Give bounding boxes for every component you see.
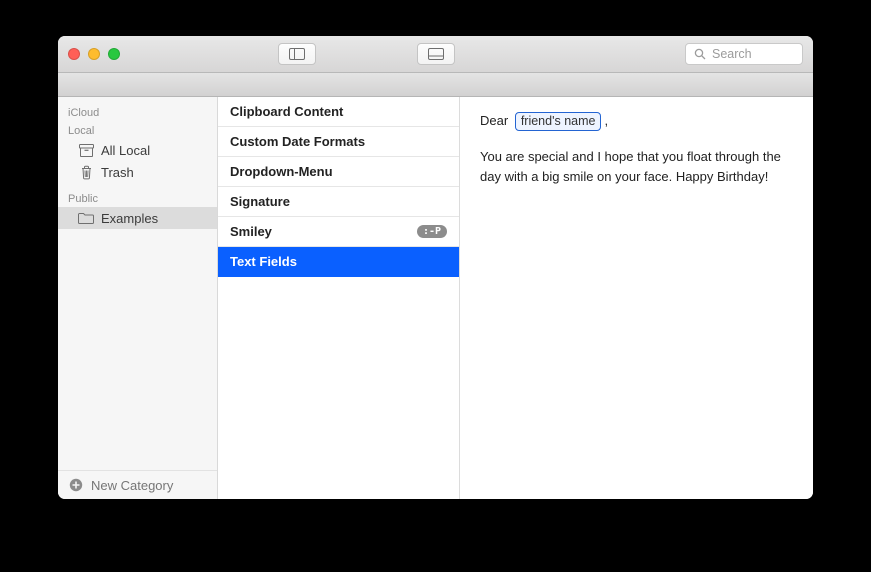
greeting-prefix: Dear — [480, 113, 508, 128]
plus-circle-icon — [68, 477, 84, 493]
sidebar-item-all-local[interactable]: All Local — [58, 139, 217, 161]
search-placeholder: Search — [712, 47, 752, 61]
list-item[interactable]: Custom Date Formats — [218, 127, 459, 157]
sidebar-section-header: iCloud — [58, 103, 217, 121]
app-window: Search iCloud Local All Local Tra — [58, 36, 813, 499]
new-category-button[interactable]: New Category — [58, 470, 217, 499]
sidebar: iCloud Local All Local Trash Public — [58, 97, 218, 499]
list-item[interactable]: Signature — [218, 187, 459, 217]
toggle-bottom-panel-button[interactable] — [417, 43, 455, 65]
zoom-button[interactable] — [108, 48, 120, 60]
snippet-list: Clipboard Content Custom Date Formats Dr… — [218, 97, 460, 499]
folder-icon — [78, 210, 94, 226]
search-field[interactable]: Search — [685, 43, 803, 65]
snippet-content[interactable]: Dear friend's name, You are special and … — [460, 97, 813, 499]
sidebar-item-label: Examples — [101, 211, 158, 226]
titlebar: Search — [58, 36, 813, 73]
list-item-label: Text Fields — [230, 254, 297, 269]
new-category-label: New Category — [91, 478, 173, 493]
search-icon — [692, 46, 708, 62]
toggle-sidebar-button[interactable] — [278, 43, 316, 65]
greeting-suffix: , — [604, 113, 608, 128]
sidebar-item-examples[interactable]: Examples — [58, 207, 217, 229]
sidebar-icon — [289, 46, 305, 62]
sub-toolbar — [58, 73, 813, 97]
list-item[interactable]: Clipboard Content — [218, 97, 459, 127]
list-item[interactable]: Text Fields — [218, 247, 459, 277]
abbreviation-badge: :-P — [417, 225, 447, 238]
placeholder-token[interactable]: friend's name — [515, 112, 602, 131]
window-controls — [68, 48, 120, 60]
sidebar-item-label: Trash — [101, 165, 134, 180]
sidebar-section-header: Public — [58, 189, 217, 207]
list-item-label: Custom Date Formats — [230, 134, 365, 149]
list-item-label: Dropdown-Menu — [230, 164, 333, 179]
sidebar-item-label: All Local — [101, 143, 150, 158]
content-body: You are special and I hope that you floa… — [480, 147, 793, 186]
sidebar-section-header: Local — [58, 121, 217, 139]
minimize-button[interactable] — [88, 48, 100, 60]
list-item[interactable]: Smiley :-P — [218, 217, 459, 247]
list-item-label: Smiley — [230, 224, 272, 239]
list-item[interactable]: Dropdown-Menu — [218, 157, 459, 187]
trash-icon — [78, 164, 94, 180]
close-button[interactable] — [68, 48, 80, 60]
list-item-label: Clipboard Content — [230, 104, 343, 119]
sidebar-item-trash[interactable]: Trash — [58, 161, 217, 183]
panel-bottom-icon — [428, 46, 444, 62]
list-item-label: Signature — [230, 194, 290, 209]
greeting-line: Dear friend's name, — [480, 111, 793, 131]
archive-icon — [78, 142, 94, 158]
